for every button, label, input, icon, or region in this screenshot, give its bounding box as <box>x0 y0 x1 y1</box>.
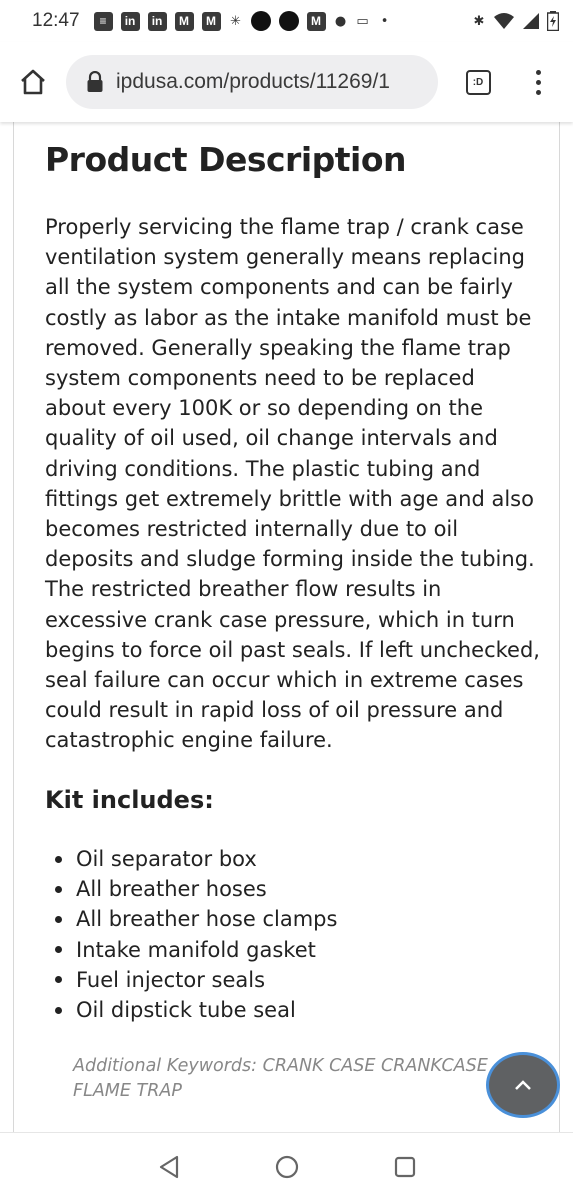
back-button[interactable] <box>110 1133 228 1200</box>
kit-list: Oil separator box All breather hoses All… <box>45 844 337 1025</box>
system-nav-bar <box>0 1132 573 1200</box>
gmail-icon: M <box>306 11 326 31</box>
home-circle-icon <box>275 1155 298 1178</box>
browser-menu-button[interactable] <box>518 42 558 122</box>
truck-icon: ▭ <box>356 13 369 29</box>
gmail-icon: M <box>174 11 194 31</box>
bullet <box>55 916 62 923</box>
bullet <box>55 855 62 863</box>
bluetooth-icon: ✱ <box>473 13 485 29</box>
list-item-text: Oil dipstick tube seal <box>76 998 296 1023</box>
gmail-icon: M <box>201 11 221 31</box>
bullet <box>55 885 62 893</box>
dot-icon: • <box>380 13 389 29</box>
list-item: All breather hose clamps <box>45 904 337 934</box>
bullet <box>55 1006 62 1014</box>
status-time: 12:47 <box>32 10 80 31</box>
circle-icon <box>278 11 299 31</box>
home-icon <box>21 69 45 95</box>
notification-icons: ≡ in in M M ✳ M ● ▭ • <box>93 11 392 31</box>
lock-icon <box>87 71 103 92</box>
list-item: Fuel injector seals <box>45 965 337 995</box>
linkedin-icon: in <box>147 11 167 31</box>
kit-includes-heading: Kit includes: <box>45 786 214 814</box>
list-item-text: Intake manifold gasket <box>76 937 316 962</box>
linkedin-icon: in <box>120 11 140 31</box>
more-vert-icon-dot <box>535 89 541 95</box>
more-vert-icon <box>535 69 541 75</box>
system-icons: ✱ <box>472 11 559 31</box>
recents-square-icon <box>394 1156 415 1177</box>
home-nav-button[interactable] <box>228 1133 346 1200</box>
tab-count: :D <box>465 69 491 95</box>
list-item: Oil dipstick tube seal <box>45 995 337 1025</box>
more-vert-icon-dot <box>535 79 541 85</box>
list-item-text: Oil separator box <box>76 847 257 871</box>
list-item: Intake manifold gasket <box>45 935 337 965</box>
address-bar[interactable]: ipdusa.com/products/11269/1 <box>66 55 438 109</box>
list-item-text: All breather hose clamps <box>76 907 338 932</box>
message-icon: ≡ <box>93 11 113 31</box>
chevron-up-icon <box>515 1080 531 1090</box>
walmart-icon: ✳ <box>230 13 241 29</box>
scroll-to-top-button[interactable] <box>486 1052 560 1118</box>
bullet <box>55 976 62 984</box>
circle-icon <box>250 11 271 31</box>
list-item-text: Fuel injector seals <box>76 967 266 992</box>
additional-keywords: Additional Keywords: CRANK CASE CRANKCAS… <box>73 1056 488 1101</box>
back-triangle-icon <box>159 1155 178 1178</box>
page-content[interactable]: Product Description Properly servicing t… <box>0 122 573 1132</box>
product-description-text: Properly servicing the flame trap / cran… <box>45 215 540 753</box>
product-description-heading: Product Description <box>45 140 407 179</box>
browser-toolbar: ipdusa.com/products/11269/1 :D <box>0 42 573 122</box>
battery-icon <box>547 11 559 31</box>
list-item: All breather hoses <box>45 874 337 904</box>
leaf-icon: ● <box>334 13 347 29</box>
bullet <box>55 946 62 954</box>
recents-button[interactable] <box>346 1133 464 1200</box>
status-bar: 12:47 ≡ in in M M ✳ M ● ▭ • ✱ <box>0 0 573 42</box>
signal-icon <box>523 13 539 29</box>
home-button[interactable] <box>0 42 66 122</box>
list-item-text: All breather hoses <box>76 877 267 902</box>
wifi-icon <box>494 13 514 29</box>
tab-switcher-button[interactable]: :D <box>438 42 518 122</box>
list-item: Oil separator box <box>45 844 337 874</box>
url-text: ipdusa.com/products/11269/1 <box>116 70 390 93</box>
